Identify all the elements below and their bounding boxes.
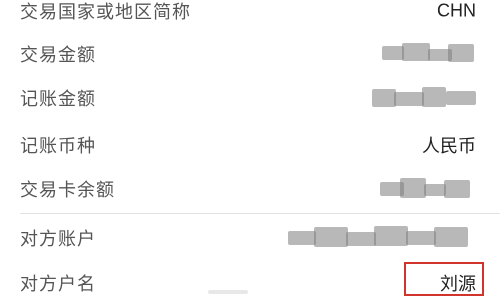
transaction-details-list: 交易国家或地区简称 CHN 交易金额 记账金额 记账币种 人民币 交易卡余额 对… <box>0 0 500 296</box>
row-posting-amount: 记账金额 <box>0 78 500 118</box>
row-transaction-amount: 交易金额 <box>0 34 500 74</box>
counterparty-name-label: 对方户名 <box>20 274 96 295</box>
counterparty-account-label: 对方账户 <box>20 229 96 250</box>
posting-amount-label: 记账金额 <box>20 89 96 110</box>
row-posting-currency: 记账币种 人民币 <box>0 125 500 165</box>
row-transaction-country: 交易国家或地区简称 CHN <box>0 0 500 31</box>
transaction-country-value: CHN <box>437 0 476 21</box>
section-divider <box>20 213 500 214</box>
counterparty-name-highlight-box <box>404 262 484 296</box>
transaction-country-label: 交易国家或地区简称 <box>20 2 191 23</box>
watermark-fragment <box>208 290 248 294</box>
row-card-balance: 交易卡余额 <box>0 169 500 209</box>
transaction-amount-redacted <box>378 41 478 67</box>
card-balance-label: 交易卡余额 <box>20 180 115 201</box>
posting-amount-redacted <box>370 85 480 111</box>
row-counterparty-account: 对方账户 <box>0 218 500 258</box>
counterparty-account-redacted <box>284 223 474 253</box>
transaction-amount-label: 交易金额 <box>20 45 96 66</box>
posting-currency-value: 人民币 <box>422 136 476 157</box>
posting-currency-label: 记账币种 <box>20 136 96 157</box>
card-balance-redacted <box>378 176 474 202</box>
